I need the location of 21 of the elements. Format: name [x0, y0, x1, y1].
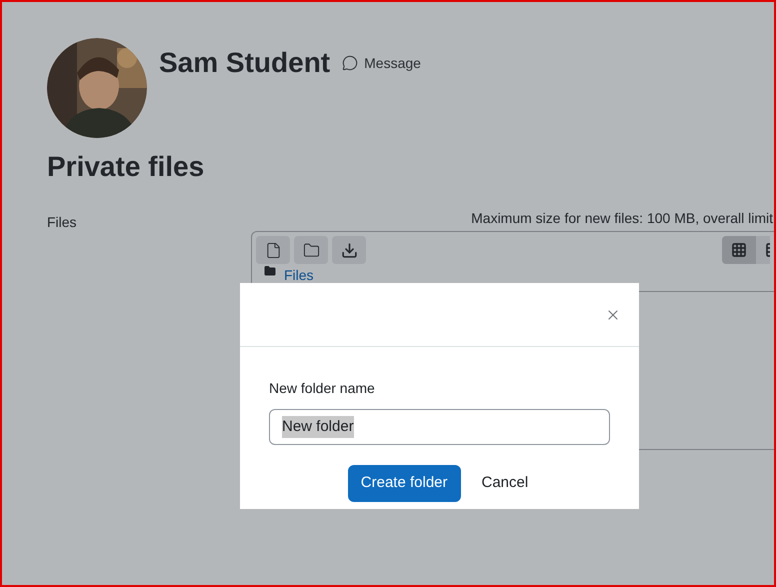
breadcrumb-link[interactable]: Files [284, 265, 314, 286]
folder-icon [302, 242, 320, 258]
create-folder-button[interactable]: Create folder [348, 465, 460, 502]
view-mode-button[interactable] [756, 236, 770, 264]
download-button[interactable] [332, 236, 366, 264]
profile-name: Sam Student [159, 46, 330, 80]
grid-icon [731, 242, 747, 258]
page-title: Private files [47, 150, 206, 184]
download-icon [340, 242, 358, 258]
files-label: Files [47, 213, 78, 232]
folder-icon [264, 265, 276, 277]
cancel-button[interactable]: Cancel [468, 465, 542, 502]
speech-bubble-icon [342, 55, 358, 71]
add-file-button[interactable] [256, 236, 290, 264]
max-size-text: Maximum size for new files: 100 MB, overall limit [471, 209, 773, 228]
folder-name-field[interactable]: New folder [269, 409, 610, 445]
create-folder-button[interactable] [294, 236, 328, 264]
field-label: New folder name [269, 379, 376, 398]
view-mode-button[interactable] [722, 236, 756, 264]
file-icon [264, 242, 282, 258]
message-link[interactable]: Message [342, 52, 421, 74]
